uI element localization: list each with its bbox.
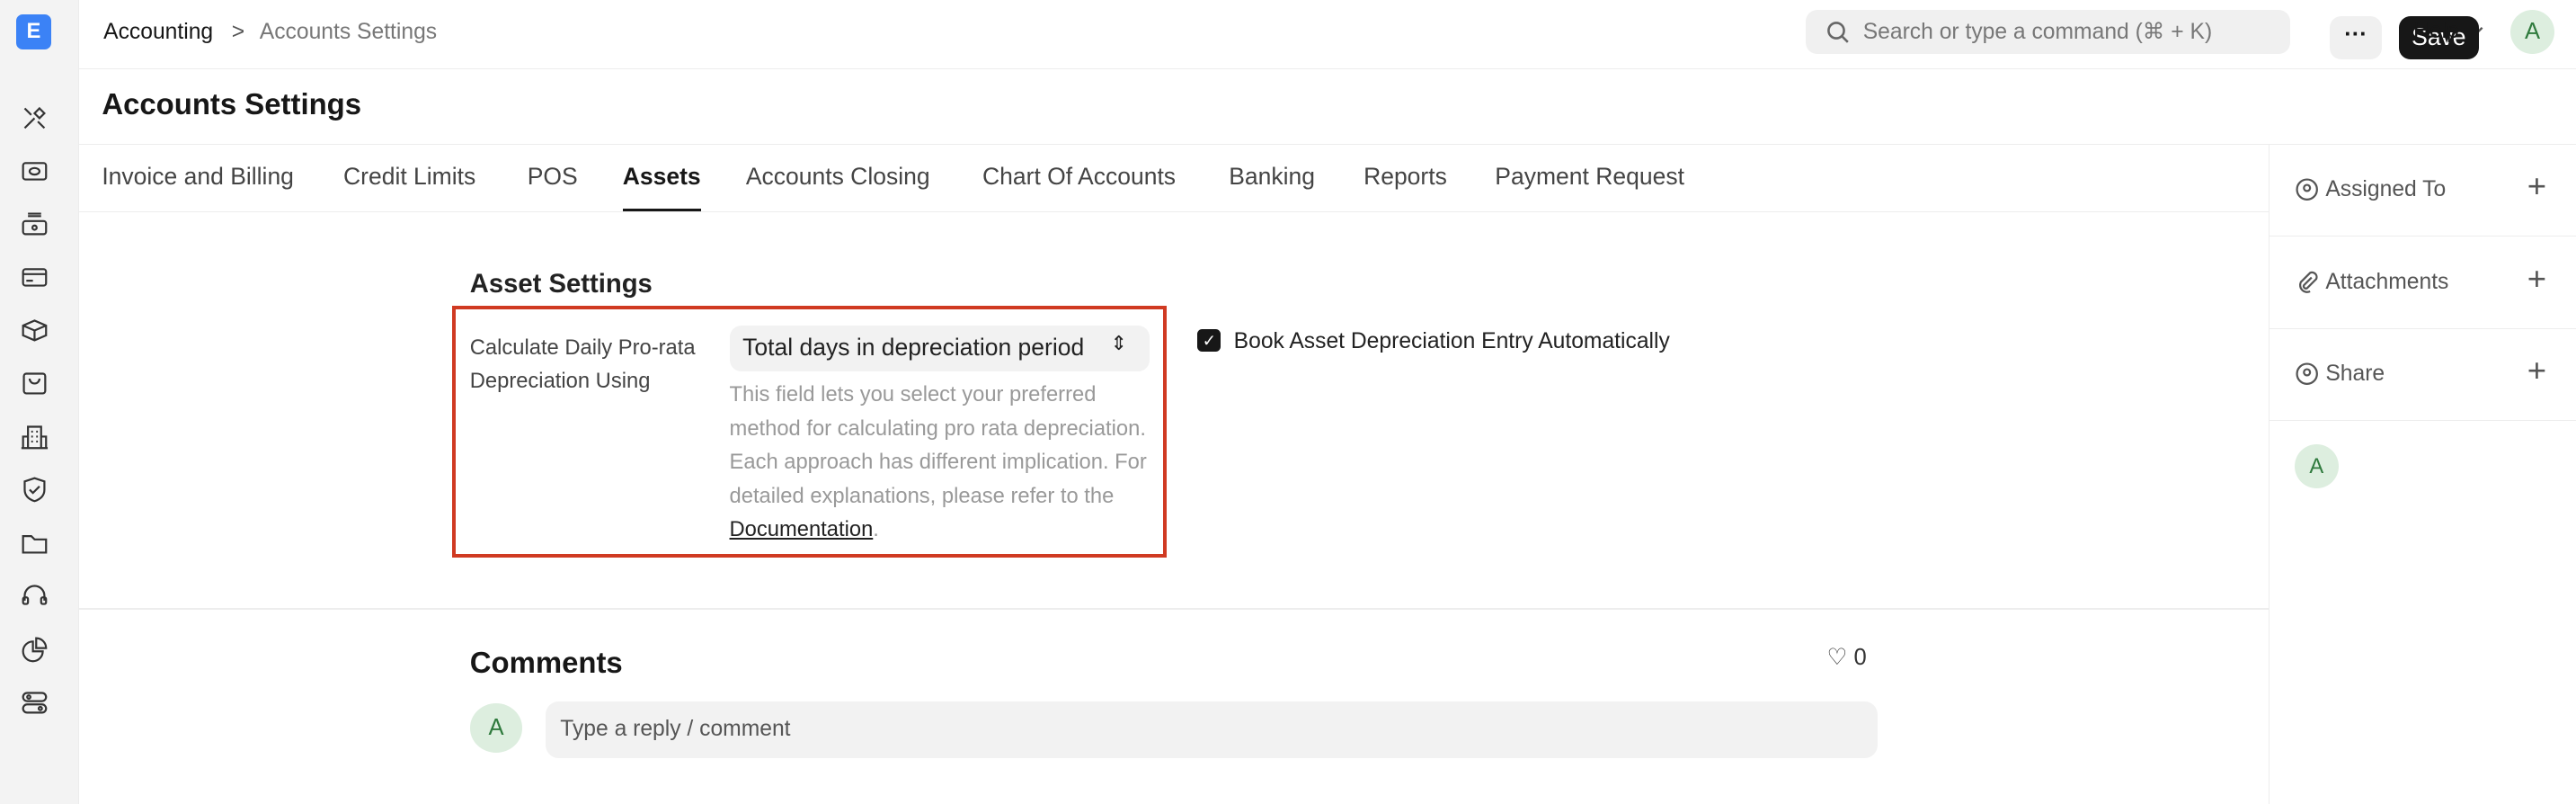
sidebar: E	[0, 0, 79, 804]
tab-invoice-and-billing[interactable]: Invoice and Billing	[102, 163, 294, 191]
divider	[78, 608, 2270, 611]
shopping-bag-icon[interactable]	[20, 369, 49, 398]
tab-credit-limits[interactable]: Credit Limits	[343, 163, 475, 191]
app-logo[interactable]: E	[16, 14, 51, 49]
select-value: Total days in depreciation period	[742, 334, 1085, 362]
search-input[interactable]: Search or type a command (⌘ + K)	[1805, 9, 2290, 55]
section-title: Asset Settings	[469, 269, 653, 299]
shield-check-icon[interactable]	[20, 475, 49, 505]
tab-accounts-closing[interactable]: Accounts Closing	[746, 163, 930, 191]
add-share-button[interactable]: +	[2527, 352, 2546, 389]
share-user-icon	[2296, 362, 2318, 386]
comment-input[interactable]: Type a reply / comment	[545, 701, 1879, 758]
breadcrumb-current[interactable]: Accounts Settings	[260, 20, 437, 45]
add-assignee-button[interactable]: +	[2527, 167, 2546, 205]
comment-avatar: A	[469, 703, 523, 754]
depreciation-field-label: Calculate Daily Pro-rata Depreciation Us…	[469, 335, 696, 393]
book-depreciation-label[interactable]: Book Asset Depreciation Entry Automatica…	[1234, 329, 1670, 354]
building-icon[interactable]	[20, 422, 49, 451]
tab-banking[interactable]: Banking	[1229, 163, 1315, 191]
heart-icon[interactable]: ♡	[1827, 645, 1848, 670]
description-text: This field lets you select your preferre…	[729, 382, 1147, 508]
tab-pos[interactable]: POS	[528, 163, 578, 191]
money-icon[interactable]	[20, 156, 49, 186]
description-suffix: .	[873, 517, 879, 542]
search-icon	[1826, 22, 1849, 43]
tab-assets[interactable]: Assets	[622, 163, 701, 211]
breadcrumb-separator-icon: >	[231, 19, 245, 44]
select-chevrons-icon: ⇕	[1110, 332, 1127, 355]
pie-chart-icon[interactable]	[20, 635, 49, 665]
tab-reports[interactable]: Reports	[1364, 163, 1447, 191]
tab-chart-of-accounts[interactable]: Chart Of Accounts	[982, 163, 1176, 191]
like-count: 0	[1853, 645, 1867, 671]
folder-icon[interactable]	[20, 528, 49, 558]
headset-icon[interactable]	[20, 581, 49, 611]
depreciation-method-select[interactable]: Total days in depreciation period ⇕	[729, 325, 1150, 372]
share-section: Share +	[2270, 329, 2576, 421]
tab-bar: Invoice and Billing Credit Limits POS Asset…	[78, 145, 2270, 212]
attachments-label: Attachments	[2325, 269, 2449, 294]
help-menu[interactable]: Help	[2413, 18, 2459, 44]
more-options-button[interactable]: ···	[2329, 16, 2383, 59]
likes[interactable]: ♡ 0	[1827, 644, 1867, 671]
viewer-avatar: A	[2294, 443, 2339, 488]
assigned-to-label: Assigned To	[2325, 177, 2447, 202]
comments-title: Comments	[469, 646, 623, 680]
tools-icon[interactable]	[20, 103, 49, 133]
cash-register-icon[interactable]	[20, 210, 49, 239]
breadcrumb-accounting[interactable]: Accounting	[103, 20, 213, 45]
tab-payment-request[interactable]: Payment Request	[1495, 163, 1684, 191]
user-plus-icon	[2296, 178, 2318, 201]
toggles-icon[interactable]	[20, 688, 49, 718]
attachments-section: Attachments +	[2270, 237, 2576, 329]
field-description: This field lets you select your preferre…	[730, 378, 1157, 546]
paperclip-icon	[2298, 271, 2318, 293]
credit-card-icon[interactable]	[20, 263, 49, 292]
assigned-to-section: Assigned To +	[2270, 145, 2576, 237]
box-icon[interactable]	[20, 316, 49, 345]
page-title: Accounts Settings	[102, 86, 362, 121]
right-panel: Assigned To + Attachments + Share + A	[2269, 144, 2576, 804]
share-label: Share	[2325, 362, 2385, 387]
add-attachment-button[interactable]: +	[2527, 260, 2546, 298]
documentation-link[interactable]: Documentation	[730, 517, 874, 541]
book-depreciation-checkbox[interactable]: ✓	[1197, 328, 1221, 353]
page-header: Accounts Settings	[78, 69, 2576, 145]
